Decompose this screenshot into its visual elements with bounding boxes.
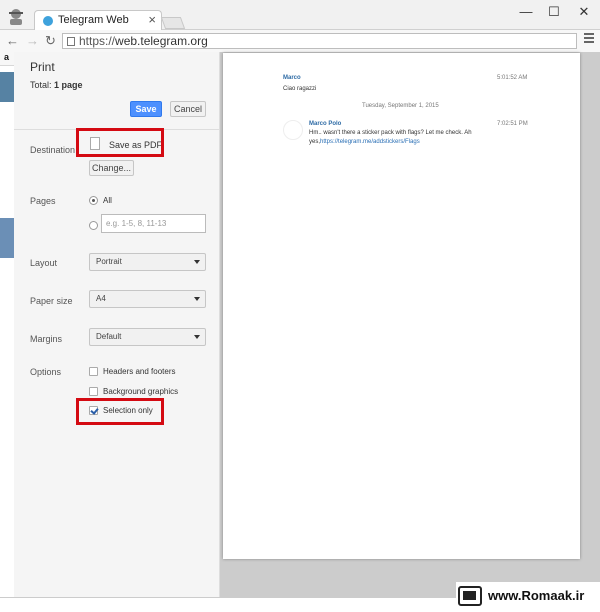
headers-footers-label: Headers and footers — [103, 367, 176, 376]
menu-icon[interactable] — [584, 33, 594, 45]
preview-msg1-time: 5:01:52 AM — [497, 75, 528, 81]
margins-select[interactable]: Default — [89, 328, 206, 346]
preview-avatar — [283, 120, 303, 140]
url-scheme: https:// — [79, 34, 116, 48]
minimize-button[interactable]: — — [516, 4, 536, 19]
total-pages: Total: 1 page — [30, 80, 83, 90]
margins-value: Default — [96, 332, 122, 341]
user-profile-icon[interactable] — [6, 6, 26, 26]
address-bar[interactable]: https://web.telegram.org — [62, 33, 577, 49]
destination-label: Destination — [30, 145, 76, 155]
background-header — [0, 72, 14, 102]
preview-msg2-text-line2: yes,https://telegram.me/addstickers/Flag… — [309, 139, 420, 145]
chevron-down-icon — [194, 297, 200, 301]
options-label: Options — [30, 367, 62, 377]
paper-size-label: Paper size — [30, 296, 73, 306]
url-text: https://web.telegram.org — [79, 34, 208, 48]
preview-msg1-text: Ciao ragazzi — [283, 86, 317, 92]
reload-button[interactable]: ↻ — [45, 33, 56, 49]
paper-size-select[interactable]: A4 — [89, 290, 206, 308]
url-host: web.telegram.org — [115, 34, 208, 48]
pages-all-label: All — [103, 196, 112, 205]
maximize-button[interactable]: ☐ — [544, 4, 564, 20]
browser-tab[interactable]: Telegram Web × — [34, 10, 162, 31]
page-icon — [67, 37, 75, 46]
preview-msg2-text: Hm.. wasn't there a sticker pack with fl… — [309, 130, 472, 136]
background-app — [0, 66, 14, 612]
preview-msg2-prefix: yes, — [309, 139, 321, 145]
change-destination-button[interactable]: Change... — [89, 160, 134, 176]
background-graphics-checkbox[interactable] — [89, 387, 98, 396]
watermark-text: www.Romaak.ir — [488, 588, 585, 603]
cancel-button[interactable]: Cancel — [170, 101, 206, 117]
save-button[interactable]: Save — [130, 101, 162, 117]
title-bar: Telegram Web × — ☐ ✕ — [0, 0, 600, 31]
layout-value: Portrait — [96, 257, 122, 266]
window-close-button[interactable]: ✕ — [574, 4, 594, 20]
computer-logo-icon — [458, 586, 482, 606]
preview-msg2-name: Marco Polo — [309, 121, 342, 127]
background-graphics-label: Background graphics — [103, 387, 179, 396]
preview-msg2-time: 7:02:51 PM — [497, 121, 528, 127]
background-selected-chat — [0, 218, 14, 258]
preview-sticker-link[interactable]: https://telegram.me/addstickers/Flags — [320, 139, 420, 145]
new-tab-button[interactable] — [160, 17, 186, 29]
preview-msg1-name: Marco — [283, 75, 301, 81]
tab-title: Telegram Web — [58, 14, 129, 26]
telegram-icon — [43, 16, 53, 26]
destination-highlight — [76, 128, 164, 157]
layout-label: Layout — [30, 258, 58, 268]
total-value: 1 page — [54, 80, 83, 90]
pages-label: Pages — [30, 196, 56, 206]
chevron-down-icon — [194, 335, 200, 339]
margins-label: Margins — [30, 334, 63, 344]
preview-page — [223, 53, 580, 559]
pages-range-input[interactable]: e.g. 1-5, 8, 11-13 — [101, 214, 206, 233]
paper-size-value: A4 — [96, 294, 106, 303]
chevron-down-icon — [194, 260, 200, 264]
back-button[interactable]: ← — [6, 33, 19, 48]
total-label: Total: — [30, 80, 52, 90]
print-title: Print — [30, 60, 55, 74]
pages-custom-radio[interactable] — [89, 221, 98, 230]
layout-select[interactable]: Portrait — [89, 253, 206, 271]
headers-footers-checkbox[interactable] — [89, 367, 98, 376]
forward-button[interactable]: → — [26, 33, 39, 48]
watermark: www.Romaak.ir — [456, 582, 600, 612]
pages-all-radio[interactable] — [89, 196, 98, 205]
selection-only-highlight — [76, 398, 164, 425]
preview-date-separator: Tuesday, September 1, 2015 — [362, 103, 439, 109]
amazon-bookmark-icon[interactable]: a — [4, 52, 9, 62]
close-tab-icon[interactable]: × — [148, 12, 156, 27]
